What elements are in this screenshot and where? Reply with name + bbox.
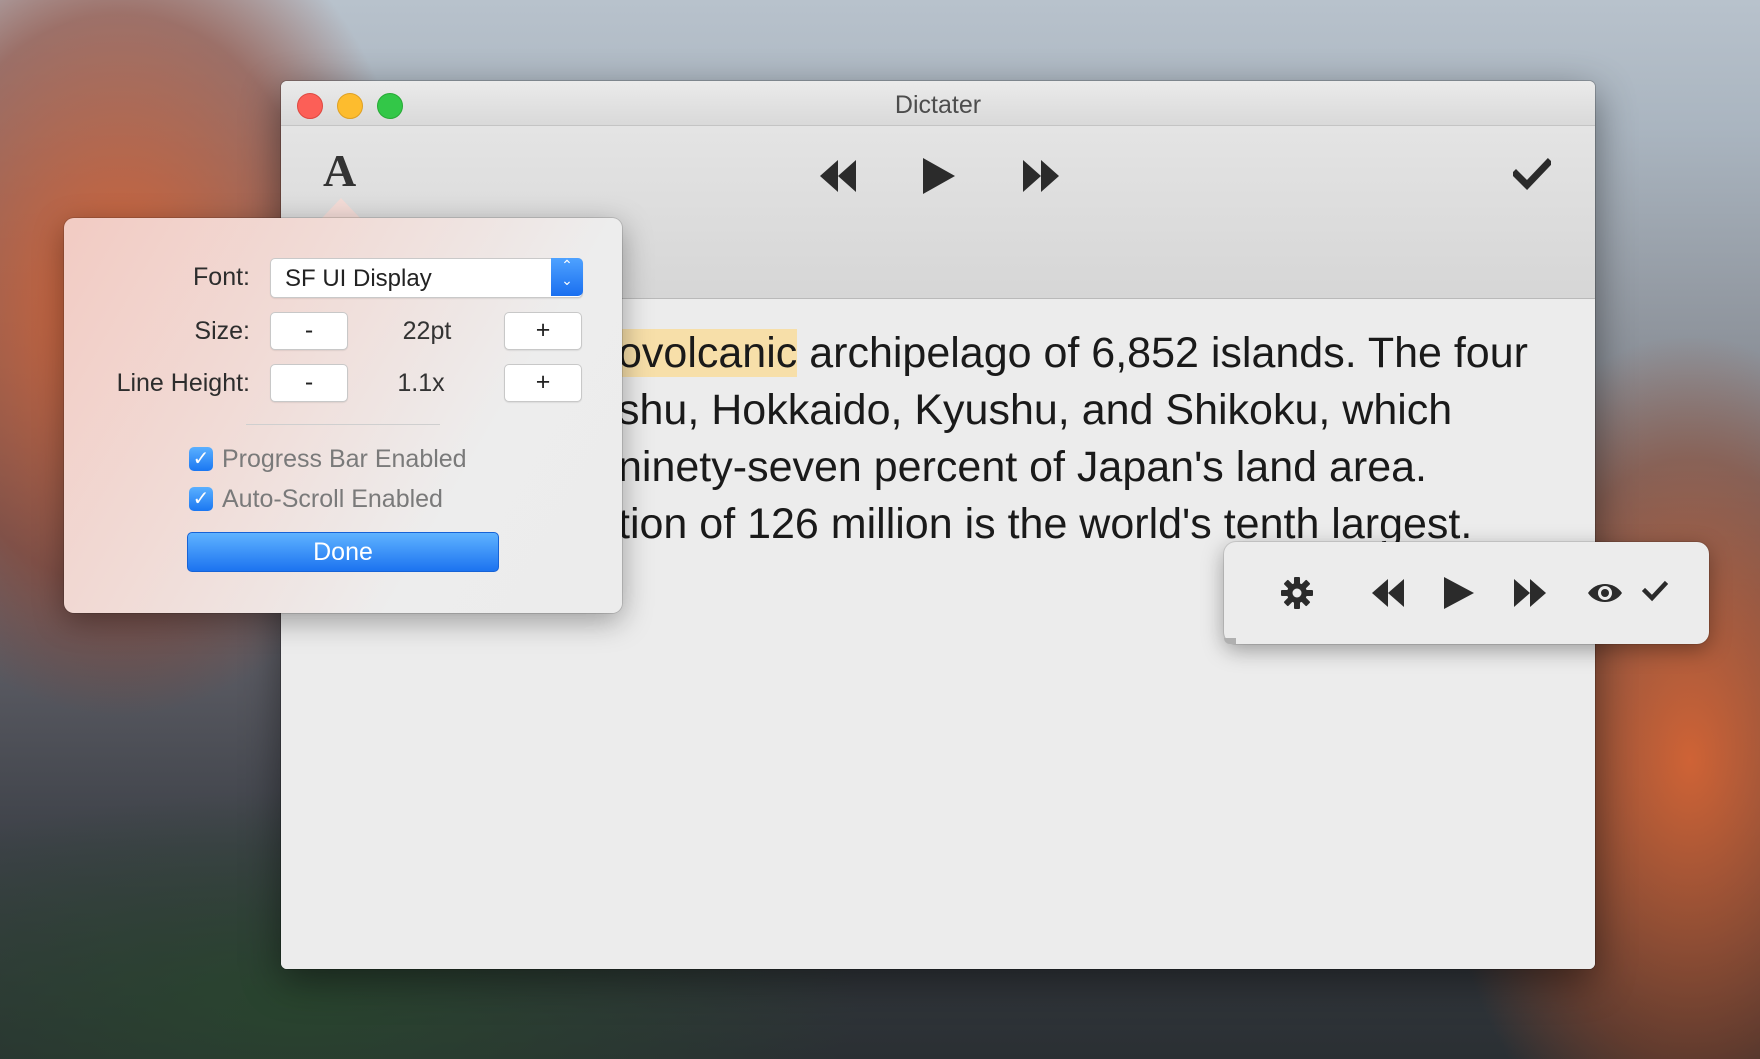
mini-finish-button[interactable]	[1641, 580, 1669, 607]
select-arrows-icon: ⌃ ⌄	[551, 258, 583, 296]
checkmark-icon	[1641, 580, 1669, 602]
fast-forward-icon	[1514, 579, 1546, 607]
progress-bar-checkbox[interactable]: ✓	[189, 447, 213, 471]
play-icon	[923, 158, 955, 194]
size-value: 22pt	[402, 317, 452, 345]
document-text: ovolcanic archipelago of 6,852 islands. …	[618, 325, 1528, 553]
line-height-label: Line Height:	[116, 369, 250, 397]
document-line: ninety-seven percent of Japan's land are…	[618, 443, 1428, 491]
font-settings-popover: Font: SF UI Display ⌃ ⌄ Size: - 22pt + Li…	[64, 218, 622, 613]
fast-forward-button[interactable]	[1021, 156, 1061, 201]
progress-bar-label: Progress Bar Enabled	[222, 445, 467, 473]
mini-fast-forward-button[interactable]	[1512, 576, 1548, 615]
font-icon: A	[323, 145, 357, 196]
done-button[interactable]: Done	[187, 532, 499, 572]
window-title: Dictater	[894, 91, 982, 119]
size-increase-button[interactable]: +	[504, 312, 582, 350]
mini-play-button[interactable]	[1442, 576, 1476, 615]
line-height-decrease-button[interactable]: -	[270, 364, 348, 402]
checkmark-icon	[1511, 158, 1553, 191]
line-height-increase-button[interactable]: +	[504, 364, 582, 402]
separator	[246, 424, 440, 425]
size-label: Size:	[194, 317, 250, 345]
rewind-button[interactable]	[818, 156, 858, 201]
document-line: ovolcanic archipelago of 6,852 islands. …	[618, 325, 1528, 382]
auto-scroll-label: Auto-Scroll Enabled	[222, 485, 443, 513]
current-word-highlight: ovolcanic	[618, 329, 798, 377]
settings-button[interactable]	[1280, 576, 1314, 615]
rewind-icon	[1372, 579, 1404, 607]
document-line-text: archipelago of 6,852 islands. The four	[797, 329, 1528, 377]
mini-controller[interactable]	[1224, 542, 1709, 644]
play-icon	[1444, 577, 1474, 609]
mini-rewind-button[interactable]	[1370, 576, 1406, 615]
font-select[interactable]: SF UI Display ⌃ ⌄	[270, 258, 583, 298]
size-decrease-button[interactable]: -	[270, 312, 348, 350]
font-settings-button[interactable]: A	[323, 148, 356, 194]
font-select-value: SF UI Display	[285, 265, 432, 292]
line-height-value: 1.1x	[397, 369, 445, 397]
play-button[interactable]	[921, 156, 957, 201]
popover-arrow	[322, 198, 360, 218]
show-text-button[interactable]	[1586, 576, 1624, 615]
gear-icon	[1281, 577, 1313, 609]
font-label: Font:	[193, 263, 250, 291]
finish-button[interactable]	[1511, 158, 1553, 195]
eye-icon	[1588, 584, 1622, 602]
fast-forward-icon	[1023, 160, 1059, 192]
auto-scroll-checkbox[interactable]: ✓	[189, 487, 213, 511]
document-line: shu, Hokkaido, Kyushu, and Shikoku, whic…	[618, 386, 1453, 434]
title-bar[interactable]: Dictater	[281, 81, 1595, 126]
rewind-icon	[820, 160, 856, 192]
